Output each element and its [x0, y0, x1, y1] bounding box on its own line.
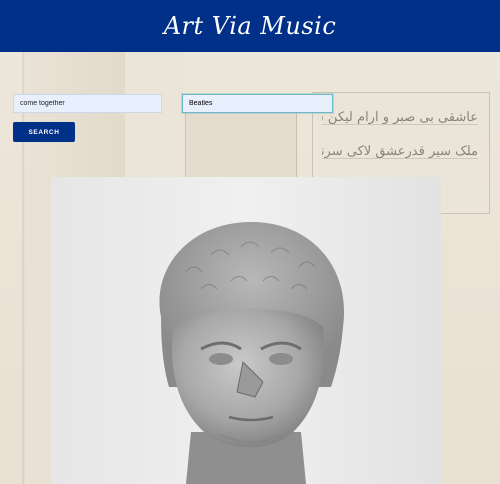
background-script-line: عاشقی بی صبر و آرام لیکن سیلیج مینه — [322, 110, 478, 125]
song-search-input[interactable] — [13, 94, 162, 113]
artist-search-input[interactable] — [182, 94, 333, 113]
artwork-image — [51, 177, 441, 484]
background-script-line: ملک سیر قدرعشق لاکی سرنیز — [322, 144, 478, 159]
app-header: Art Via Music — [0, 0, 500, 52]
app-title: Art Via Music — [163, 12, 337, 40]
sculpture-head-image — [159, 222, 345, 484]
search-button[interactable]: SEARCH — [13, 122, 75, 142]
